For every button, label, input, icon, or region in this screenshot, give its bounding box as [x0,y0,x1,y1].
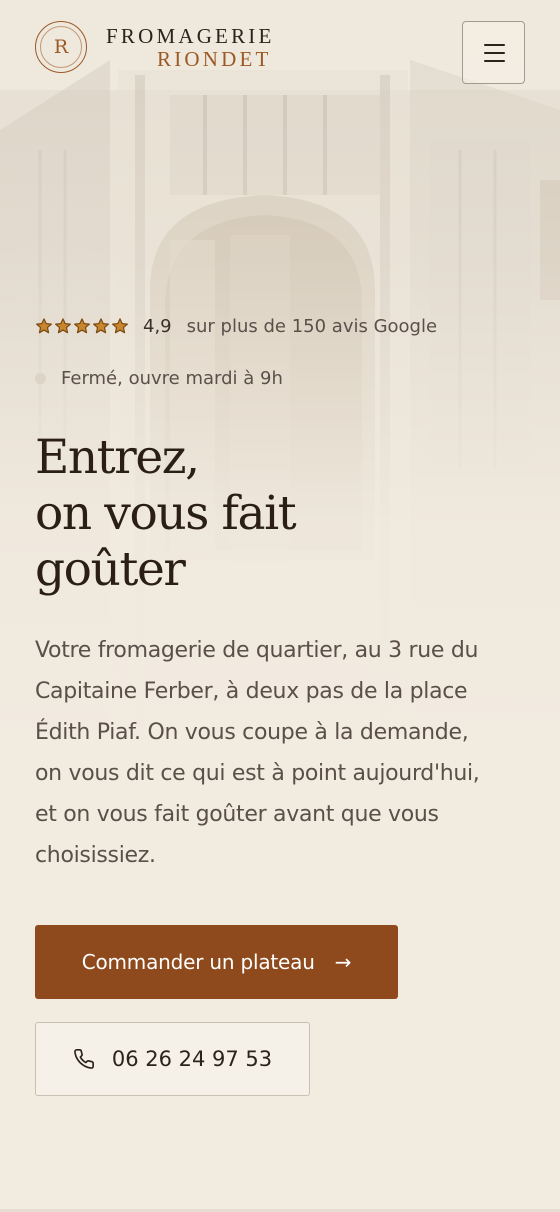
opening-status: Fermé, ouvre mardi à 9h [35,364,283,392]
status-dot-icon [35,372,46,384]
phone-number: 06 26 24 97 53 [111,1047,273,1071]
logo-seal[interactable]: R [35,21,87,73]
hamburger-menu-icon[interactable] [462,21,525,84]
hero-description-line: et on vous fait goûter avant que vous [35,802,439,827]
google-rating: 4,9 sur plus de 150 avis Google [35,312,437,340]
status-text: Fermé, ouvre mardi à 9h [61,367,283,389]
phone-call-button[interactable]: 06 26 24 97 53 [35,1022,310,1096]
rating-stars [35,317,129,335]
hero-title-line: goûter [35,542,186,597]
hero-title: Entrez, on vous fait goûter [35,430,515,598]
hero-description-line: on vous dit ce qui est à point aujourd'h… [35,761,480,786]
hero-title-line: Entrez, [35,430,200,485]
brand-name-line1[interactable]: FROMAGERIE [106,24,275,49]
star-icon [36,318,52,334]
rating-value: 4,9 [143,315,172,337]
star-icon [55,318,71,334]
rating-text: sur plus de 150 avis Google [186,315,438,337]
order-platter-button[interactable]: Commander un plateau → [35,925,398,999]
hero-title-line: on vous fait [35,486,297,541]
star-icon [74,318,90,334]
arrow-right-icon: → [334,950,352,974]
brand-name-line2[interactable]: RIONDET [157,47,272,72]
hero-description-line: choisissiez. [35,843,156,868]
site-header: R FROMAGERIE RIONDET [0,0,560,100]
star-icon [93,318,109,334]
logo-monogram: R [53,36,69,58]
hero-description-line: Capitaine Ferber, à deux pas de la place [35,679,468,704]
hero-description-line: Votre fromagerie de quartier, au 3 rue d… [35,638,479,663]
hero-description-line: Édith Piaf. On vous coupe à la demande, [35,720,469,745]
star-icon [112,318,128,334]
hero-description: Votre fromagerie de quartier, au 3 rue d… [35,630,525,876]
phone-icon [73,1049,94,1069]
order-platter-label: Commander un plateau [81,950,315,974]
